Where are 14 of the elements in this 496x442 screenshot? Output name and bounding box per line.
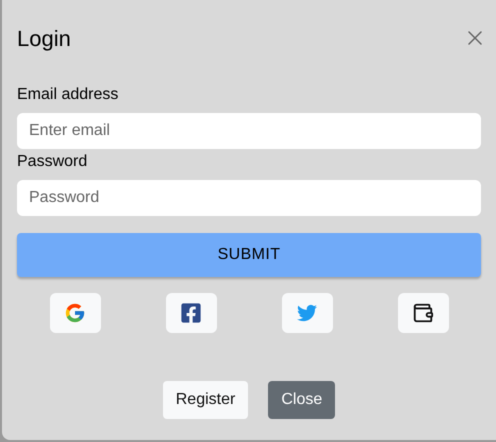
social-login-button[interactable] [166, 293, 216, 333]
input-field[interactable]: Enter email [17, 113, 481, 149]
register-button[interactable]: Register [162, 381, 248, 419]
wallet-icon [412, 302, 434, 324]
social-login-button[interactable] [398, 293, 448, 333]
google-icon [64, 302, 86, 324]
facebook-icon [180, 302, 202, 324]
dialog-title: Login [17, 24, 71, 53]
bird-icon [297, 303, 317, 323]
input-field[interactable]: Password [17, 180, 481, 216]
field-label: Email address [17, 85, 120, 105]
field-label: Password [17, 152, 88, 172]
submit-button[interactable]: SUBMIT [17, 233, 481, 277]
close-button[interactable]: Close [268, 381, 336, 419]
